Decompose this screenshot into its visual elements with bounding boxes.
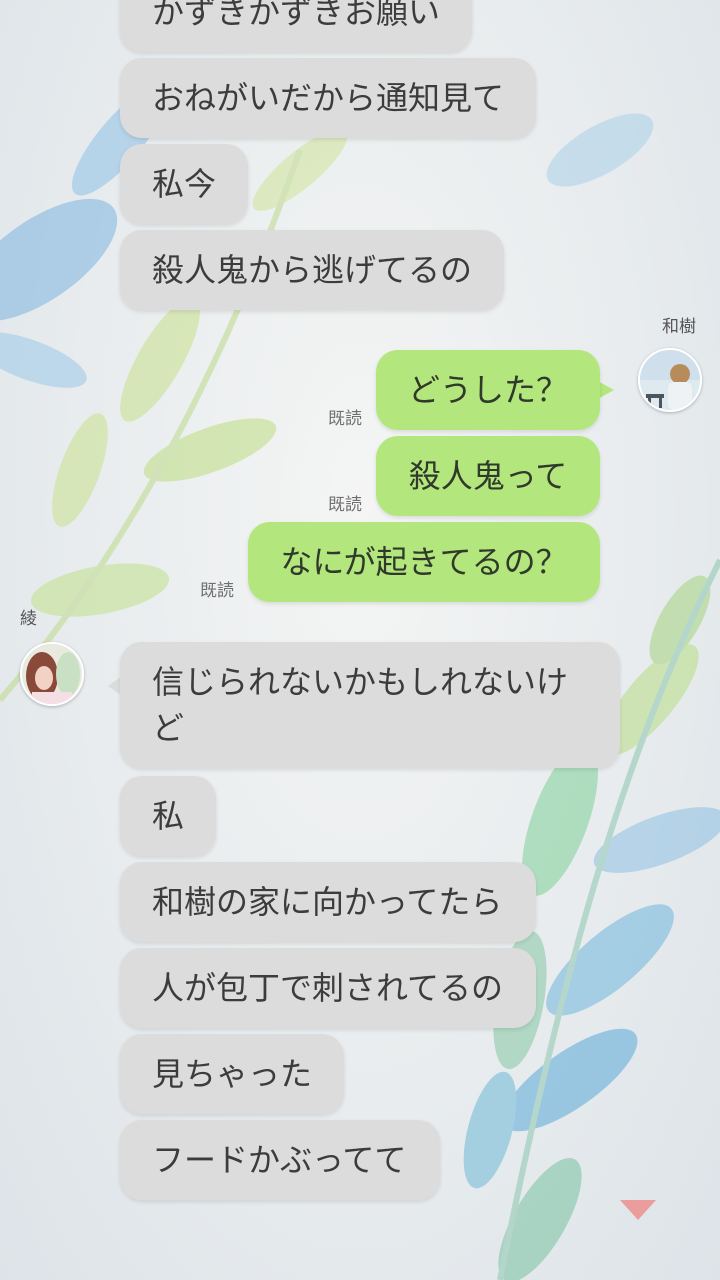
- partner-avatar[interactable]: [638, 348, 702, 412]
- incoming-message[interactable]: 和樹の家に向かってたら: [120, 862, 536, 942]
- sender-name: 和樹: [662, 317, 696, 337]
- sender-avatar-image: [22, 644, 82, 704]
- read-receipt: 既読: [200, 581, 234, 601]
- read-receipt: 既読: [328, 409, 362, 429]
- read-receipt: 既読: [328, 495, 362, 515]
- outgoing-message[interactable]: 殺人鬼って: [376, 436, 600, 516]
- triangle-down-icon[interactable]: [618, 1198, 658, 1222]
- incoming-message[interactable]: おねがいだから通知見て: [120, 58, 536, 138]
- outgoing-message[interactable]: どうした？: [376, 350, 600, 430]
- incoming-message[interactable]: 私今: [120, 144, 248, 224]
- incoming-message[interactable]: かずきかずきお願い: [120, 0, 472, 52]
- sender-name: 綾: [20, 609, 37, 629]
- incoming-message[interactable]: フードかぶってて: [120, 1120, 440, 1200]
- incoming-message[interactable]: 私: [120, 776, 216, 856]
- outgoing-message[interactable]: なにが起きてるの？: [248, 522, 600, 602]
- incoming-message[interactable]: 人が包丁で刺されてるの: [120, 948, 536, 1028]
- sender-avatar[interactable]: [20, 642, 84, 706]
- partner-avatar-image: [640, 350, 700, 410]
- chat-thread[interactable]: かずきかずきお願い おねがいだから通知見て 私今 殺人鬼から逃げてるの 和樹 ど…: [0, 0, 720, 1280]
- incoming-message[interactable]: 見ちゃった: [120, 1034, 344, 1114]
- incoming-message[interactable]: 信じられないかもしれないけど: [120, 642, 620, 768]
- incoming-message[interactable]: 殺人鬼から逃げてるの: [120, 230, 504, 310]
